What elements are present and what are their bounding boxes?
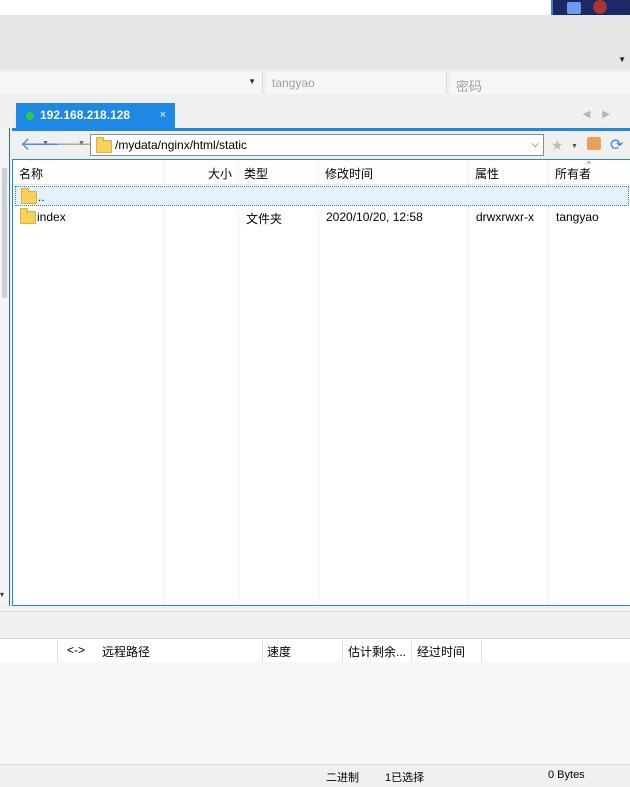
column-header-remote-path[interactable]: 远程路径 [102, 643, 150, 660]
file-list-header: 名称 大小 类型 修改时间 属性 所有者 ^ [13, 160, 630, 185]
scroll-down-icon[interactable]: ▾ [0, 590, 4, 599]
chevron-down-icon[interactable]: ▼ [618, 55, 626, 64]
column-header-owner[interactable]: 所有者 [555, 165, 591, 182]
file-modified: 2020/10/20, 12:58 [326, 210, 423, 224]
column-header-type[interactable]: 类型 [244, 165, 268, 182]
folder-icon [20, 208, 36, 224]
toolbar-band [0, 15, 630, 70]
file-name: index [37, 210, 66, 224]
column-header-speed[interactable]: 速度 [267, 643, 291, 660]
connected-status-icon [26, 112, 34, 120]
bookmark-dropdown-icon[interactable]: ▼ [571, 143, 578, 150]
transfer-queue-header: <-> 远程路径 速度 估计剩余... 经过时间 [0, 638, 630, 663]
column-header-modified[interactable]: 修改时间 [325, 165, 373, 182]
app-icon[interactable] [593, 0, 607, 14]
session-tab[interactable]: 192.168.218.128 × [16, 103, 175, 128]
path-input[interactable]: /mydata/nginx/html/static ⌵ [90, 134, 544, 156]
column-header-elapsed[interactable]: 经过时间 [417, 643, 465, 660]
tab-scroll-arrows[interactable]: ◀▶ [583, 109, 622, 120]
home-icon[interactable] [587, 137, 601, 150]
password-placeholder: 密码 [456, 79, 483, 94]
top-strip [0, 0, 630, 15]
transfer-toolbar [0, 611, 630, 638]
column-header-name[interactable]: 名称 [19, 165, 43, 182]
password-field[interactable]: 密码 [450, 72, 630, 94]
username-value: tangyao [272, 76, 315, 90]
folder-icon [21, 188, 37, 204]
local-panel-edge: ▾ [0, 128, 10, 606]
monitor-icon[interactable] [567, 2, 581, 14]
transfer-mode: 二进制 [326, 772, 359, 784]
column-divider[interactable] [481, 639, 482, 662]
file-row-parent[interactable]: .. [15, 186, 629, 206]
column-divider[interactable] [262, 639, 263, 662]
path-value: /mydata/nginx/html/static [115, 138, 248, 152]
file-attributes: drwxrwxr-x [476, 210, 534, 224]
back-dropdown-icon[interactable]: ▼ [42, 140, 49, 147]
file-row-index[interactable]: index 文件夹 2020/10/20, 12:58 drwxrwxr-x t… [15, 207, 629, 227]
transfer-queue-list[interactable] [0, 662, 630, 764]
column-divider[interactable] [57, 639, 58, 662]
column-header-size[interactable]: 大小 [208, 165, 232, 182]
bookmark-star-icon[interactable]: ★ [551, 137, 564, 154]
forward-dropdown-icon[interactable]: ▼ [78, 140, 85, 147]
chevron-down-icon[interactable]: ⌵ [531, 139, 539, 150]
column-header-eta[interactable]: 估计剩余... [348, 643, 406, 660]
chevron-down-icon[interactable]: ▼ [248, 77, 256, 86]
column-header-direction[interactable]: <-> [67, 643, 85, 657]
host-field[interactable]: ▼ [0, 72, 263, 94]
column-divider[interactable] [342, 639, 343, 662]
column-header-attributes[interactable]: 属性 [475, 165, 499, 182]
scrollbar[interactable] [2, 168, 7, 298]
file-owner: tangyao [556, 210, 599, 224]
file-name: .. [38, 190, 45, 204]
selection-size: 0 Bytes [548, 769, 585, 781]
username-field[interactable]: tangyao [266, 72, 447, 94]
file-type: 文件夹 [246, 212, 283, 226]
sort-ascending-icon: ^ [587, 160, 591, 169]
session-tab-label: 192.168.218.128 [40, 108, 131, 122]
folder-icon [96, 137, 112, 153]
selection-count: 1已选择 [385, 772, 425, 784]
close-icon[interactable]: × [160, 109, 166, 121]
remote-file-list[interactable]: 名称 大小 类型 修改时间 属性 所有者 ^ .. index 文件夹 2020… [12, 159, 630, 606]
status-bar: 二进制 1已选择 0 Bytes [0, 764, 630, 787]
column-divider[interactable] [411, 639, 412, 662]
refresh-icon[interactable]: ⟳ [610, 135, 623, 155]
